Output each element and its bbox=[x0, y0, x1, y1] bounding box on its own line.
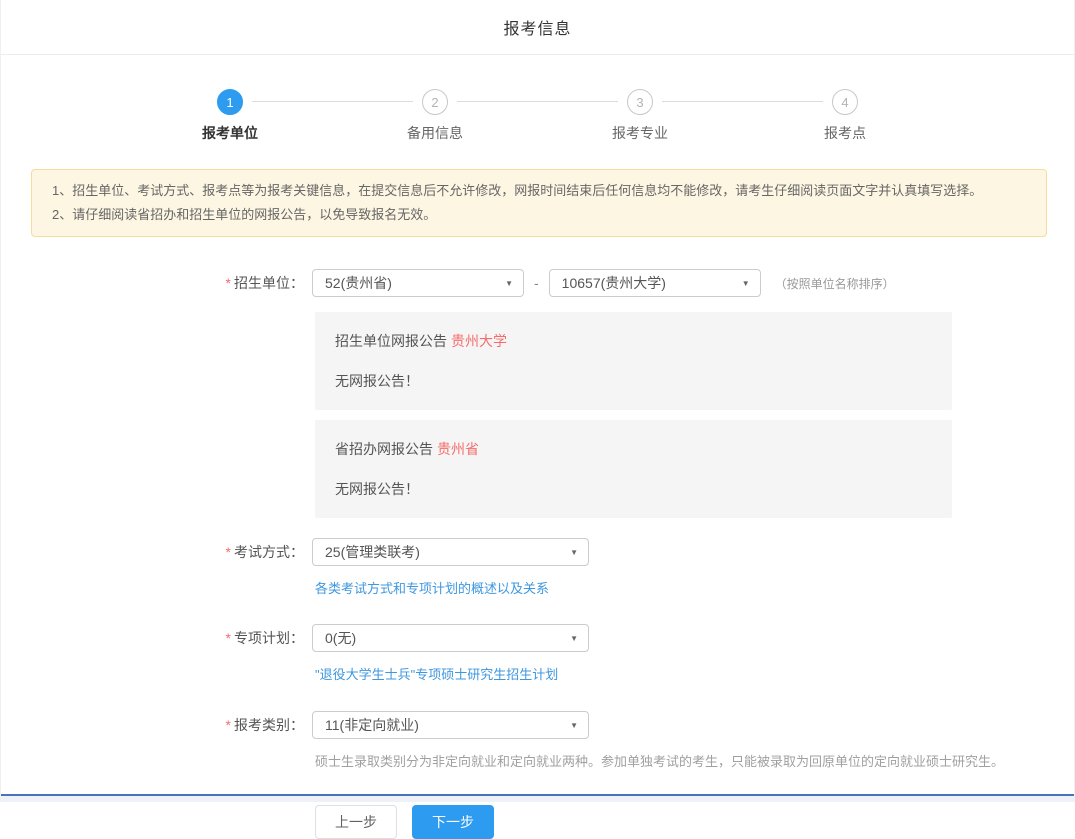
province-notice-panel: 省招办网报公告贵州省 无网报公告！ bbox=[315, 420, 952, 518]
chevron-down-icon: ▼ bbox=[742, 279, 750, 288]
step-2-circle: 2 bbox=[422, 89, 448, 115]
step-report-point: 4 报考点 bbox=[743, 89, 948, 143]
special-plan-select[interactable]: 0(无) ▼ bbox=[312, 624, 589, 652]
category-note-row: 硕士生录取类别分为非定向就业和定向就业两种。参加单独考试的考生，只能被录取为回原… bbox=[315, 751, 1074, 771]
page-title: 报考信息 bbox=[503, 15, 571, 39]
step-2-label: 备用信息 bbox=[407, 123, 463, 143]
required-asterisk: * bbox=[226, 544, 231, 560]
step-connector bbox=[252, 101, 413, 102]
university-select[interactable]: 10657(贵州大学) ▼ bbox=[549, 269, 761, 297]
special-plan-hint-row: "退役大学生士兵"专项硕士研究生招生计划 bbox=[315, 664, 1074, 684]
enroll-unit-row: *招生单位： 52(贵州省) ▼ - 10657(贵州大学) ▼ （按照单位名称… bbox=[1, 269, 1074, 297]
required-asterisk: * bbox=[226, 275, 231, 291]
step-3-label: 报考专业 bbox=[612, 123, 668, 143]
university-select-value: 10657(贵州大学) bbox=[562, 273, 666, 293]
province-notice-body: 无网报公告！ bbox=[335, 480, 932, 498]
step-backup-info: 2 备用信息 bbox=[333, 89, 538, 143]
province-link[interactable]: 贵州省 bbox=[437, 441, 479, 457]
required-asterisk: * bbox=[226, 630, 231, 646]
category-row: *报考类别： 11(非定向就业) ▼ bbox=[1, 711, 1074, 739]
chevron-down-icon: ▼ bbox=[505, 279, 513, 288]
button-row: 上一步 下一步 bbox=[315, 805, 1074, 839]
special-plan-row: *专项计划： 0(无) ▼ bbox=[1, 624, 1074, 652]
select-separator: - bbox=[534, 275, 539, 291]
step-connector bbox=[457, 101, 618, 102]
footer-divider bbox=[1, 794, 1074, 802]
step-1-label: 报考单位 bbox=[202, 123, 258, 143]
step-report-unit: 1 报考单位 bbox=[128, 89, 333, 143]
prev-step-button[interactable]: 上一步 bbox=[315, 805, 397, 839]
category-select[interactable]: 11(非定向就业) ▼ bbox=[312, 711, 589, 739]
exam-method-select-value: 25(管理类联考) bbox=[325, 542, 420, 562]
warning-line-1: 1、招生单位、考试方式、报考点等为报考关键信息，在提交信息后不允许修改，网报时间… bbox=[52, 179, 1026, 203]
special-plan-select-value: 0(无) bbox=[325, 628, 356, 648]
stepper: 1 报考单位 2 备用信息 3 报考专业 4 报考点 bbox=[128, 89, 948, 143]
unit-notice-panel: 招生单位网报公告贵州大学 无网报公告！ bbox=[315, 312, 952, 410]
exam-method-label: *考试方式： bbox=[1, 542, 304, 562]
step-report-major: 3 报考专业 bbox=[538, 89, 743, 143]
category-note: 硕士生录取类别分为非定向就业和定向就业两种。参加单独考试的考生，只能被录取为回原… bbox=[315, 754, 1004, 769]
step-1-circle: 1 bbox=[217, 89, 243, 115]
exam-method-row: *考试方式： 25(管理类联考) ▼ bbox=[1, 538, 1074, 566]
unit-sort-note: （按照单位名称排序） bbox=[775, 275, 895, 292]
enroll-unit-label: *招生单位： bbox=[1, 273, 304, 293]
category-select-value: 11(非定向就业) bbox=[325, 715, 419, 735]
exam-method-help-link[interactable]: 各类考试方式和专项计划的概述以及关系 bbox=[315, 581, 549, 596]
exam-method-select[interactable]: 25(管理类联考) ▼ bbox=[312, 538, 589, 566]
next-step-button[interactable]: 下一步 bbox=[412, 805, 494, 839]
step-4-label: 报考点 bbox=[824, 123, 866, 143]
unit-notice-body: 无网报公告！ bbox=[335, 372, 932, 390]
university-link[interactable]: 贵州大学 bbox=[451, 333, 507, 349]
chevron-down-icon: ▼ bbox=[570, 548, 578, 557]
province-select-value: 52(贵州省) bbox=[325, 273, 392, 293]
special-plan-help-link[interactable]: "退役大学生士兵"专项硕士研究生招生计划 bbox=[315, 667, 558, 682]
warning-box: 1、招生单位、考试方式、报考点等为报考关键信息，在提交信息后不允许修改，网报时间… bbox=[31, 169, 1047, 237]
required-asterisk: * bbox=[226, 717, 231, 733]
page-header: 报考信息 bbox=[1, 0, 1074, 55]
application-form: *招生单位： 52(贵州省) ▼ - 10657(贵州大学) ▼ （按照单位名称… bbox=[1, 269, 1074, 839]
province-select[interactable]: 52(贵州省) ▼ bbox=[312, 269, 524, 297]
special-plan-label: *专项计划： bbox=[1, 628, 304, 648]
step-connector bbox=[662, 101, 823, 102]
chevron-down-icon: ▼ bbox=[570, 634, 578, 643]
province-notice-title: 省招办网报公告贵州省 bbox=[335, 440, 932, 458]
warning-line-2: 2、请仔细阅读省招办和招生单位的网报公告，以免导致报名无效。 bbox=[52, 203, 1026, 227]
step-4-circle: 4 bbox=[832, 89, 858, 115]
chevron-down-icon: ▼ bbox=[570, 721, 578, 730]
step-3-circle: 3 bbox=[627, 89, 653, 115]
category-label: *报考类别： bbox=[1, 715, 304, 735]
exam-method-hint-row: 各类考试方式和专项计划的概述以及关系 bbox=[315, 578, 1074, 598]
unit-notice-title: 招生单位网报公告贵州大学 bbox=[335, 332, 932, 350]
